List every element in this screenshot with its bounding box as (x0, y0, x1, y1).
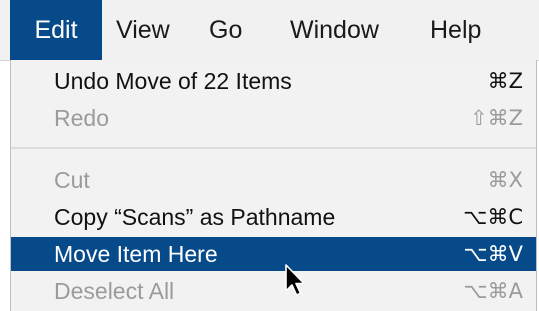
menu-item-label: Undo Move of 22 Items (54, 68, 292, 94)
menubar-item-help[interactable]: Help (430, 0, 481, 60)
menu-item-label: Cut (54, 167, 90, 193)
menubar-item-go[interactable]: Go (209, 0, 242, 60)
edit-menu-dropdown: Undo Move of 22 Items ⌘Z Redo ⇧⌘Z Cut ⌘X… (10, 60, 537, 311)
menu-item-shortcut: ⌥⌘V (463, 242, 523, 266)
menu-item-redo: Redo ⇧⌘Z (11, 101, 536, 135)
menubar-item-window[interactable]: Window (290, 0, 379, 60)
menu-item-shortcut: ⌘X (487, 168, 523, 192)
menu-item-undo[interactable]: Undo Move of 22 Items ⌘Z (11, 64, 536, 98)
menubar-item-view[interactable]: View (116, 0, 170, 60)
arrow-pointer-icon (285, 264, 305, 296)
menu-item-deselect-all: Deselect All ⌥⌘A (11, 274, 536, 308)
menu-item-shortcut: ⌥⌘A (463, 279, 523, 303)
menu-item-shortcut: ⌘Z (487, 69, 523, 93)
menu-item-shortcut: ⇧⌘Z (470, 106, 523, 130)
menu-item-label: Deselect All (54, 278, 175, 304)
menu-item-move-item-here[interactable]: Move Item Here ⌥⌘V (11, 237, 536, 271)
menu-item-label: Copy “Scans” as Pathname (54, 204, 336, 230)
menu-separator (11, 147, 536, 149)
menu-item-copy-as-pathname[interactable]: Copy “Scans” as Pathname ⌥⌘C (11, 200, 536, 234)
menu-item-cut: Cut ⌘X (11, 163, 536, 197)
menu-item-label: Move Item Here (54, 241, 218, 267)
menubar-item-edit[interactable]: Edit (10, 0, 102, 60)
menu-item-shortcut: ⌥⌘C (463, 205, 523, 229)
finder-edit-menu-screenshot: Edit View Go Window Help Undo Move of 22… (0, 0, 539, 311)
menu-item-label: Redo (54, 105, 109, 131)
menu-bar: Edit View Go Window Help (0, 0, 539, 61)
